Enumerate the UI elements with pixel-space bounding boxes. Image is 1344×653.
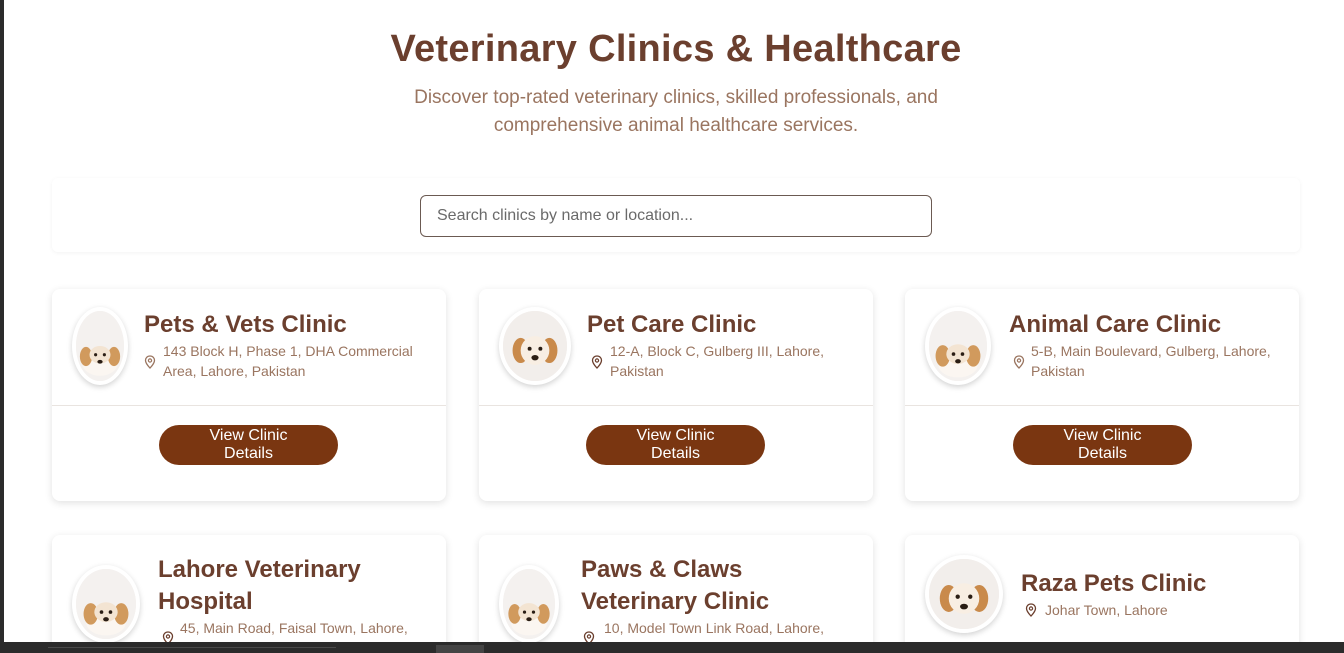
clinic-card: Paws & Claws Veterinary Clinic 10, Model…: [479, 535, 873, 642]
card-divider: [52, 405, 446, 406]
map-pin-icon: [162, 631, 174, 642]
address-line: 143 Block H, Phase 1, DHA Commercial: [163, 343, 413, 359]
clinic-card: Lahore Veterinary Hospital 45, Main Road…: [52, 535, 446, 642]
puppy-avatar: [72, 565, 140, 642]
clinic-name-line: Lahore Veterinary: [158, 556, 361, 583]
clinic-address: Johar Town, Lahore: [1045, 600, 1168, 620]
map-pin-icon: [583, 631, 595, 642]
clinic-card: Animal Care Clinic 5-B, Main Boulevard, …: [905, 289, 1299, 501]
puppy-avatar: [925, 307, 991, 385]
view-clinic-details-button[interactable]: View Clinic Details: [586, 425, 765, 465]
puppy-avatar: [72, 307, 128, 385]
subtitle-line-1: Discover top-rated veterinary clinics, s…: [414, 87, 938, 108]
subtitle-line-2: comprehensive animal healthcare services…: [493, 115, 859, 136]
address-line: 5-B, Main Boulevard, Gulberg, Lahore,: [1031, 343, 1271, 359]
clinic-name: Animal Care Clinic: [1009, 311, 1222, 338]
puppy-avatar: [925, 555, 1003, 633]
map-pin-icon: [1013, 355, 1025, 369]
page: Veterinary Clinics & Healthcare Discover…: [4, 0, 1344, 642]
clinic-card: Raza Pets Clinic Johar Town, Lahore: [905, 535, 1299, 642]
map-pin-icon: [1025, 603, 1037, 617]
address-line: Johar Town, Lahore: [1045, 602, 1168, 618]
taskbar: [0, 642, 1344, 653]
clinic-name: Pets & Vets Clinic: [144, 311, 347, 338]
puppy-avatar: [499, 307, 571, 385]
address-line: 12-A, Block C, Gulberg III, Lahore,: [610, 343, 824, 359]
clinic-name: Lahore Veterinary Hospital: [158, 554, 361, 618]
map-pin-icon: [144, 355, 156, 369]
clinic-address: 143 Block H, Phase 1, DHA Commercial Are…: [163, 341, 413, 381]
page-title: Veterinary Clinics & Healthcare: [390, 28, 962, 70]
clinic-address: 10, Model Town Link Road, Lahore,: [604, 618, 824, 638]
clinic-address: 12-A, Block C, Gulberg III, Lahore, Paki…: [610, 341, 824, 381]
search-input[interactable]: [420, 195, 932, 237]
clinic-name-line: Paws & Claws: [581, 556, 743, 583]
card-divider: [905, 405, 1299, 406]
view-clinic-details-button[interactable]: View Clinic Details: [159, 425, 338, 465]
view-clinic-details-button[interactable]: View Clinic Details: [1013, 425, 1192, 465]
taskbar-item[interactable]: [48, 647, 336, 653]
clinic-name: Pet Care Clinic: [587, 311, 757, 338]
puppy-avatar: [499, 565, 559, 642]
clinic-address: 5-B, Main Boulevard, Gulberg, Lahore, Pa…: [1031, 341, 1271, 381]
page-subtitle: Discover top-rated veterinary clinics, s…: [4, 84, 1344, 140]
card-divider: [479, 405, 873, 406]
address-line: 45, Main Road, Faisal Town, Lahore,: [180, 620, 408, 636]
clinic-name: Raza Pets Clinic: [1021, 570, 1207, 597]
address-line: Pakistan: [1031, 363, 1085, 379]
clinic-name-line: Hospital: [158, 588, 253, 615]
clinic-card: Pet Care Clinic 12-A, Block C, Gulberg I…: [479, 289, 873, 501]
clinic-address: 45, Main Road, Faisal Town, Lahore,: [180, 618, 408, 638]
clinic-name-line: Veterinary Clinic: [581, 588, 770, 615]
taskbar-item[interactable]: [436, 645, 484, 653]
address-line: Area, Lahore, Pakistan: [163, 363, 306, 379]
address-line: Pakistan: [610, 363, 664, 379]
address-line: 10, Model Town Link Road, Lahore,: [604, 620, 824, 636]
clinic-name: Paws & Claws Veterinary Clinic: [581, 554, 769, 618]
map-pin-icon: [591, 355, 603, 369]
clinic-card: Pets & Vets Clinic 143 Block H, Phase 1,…: [52, 289, 446, 501]
